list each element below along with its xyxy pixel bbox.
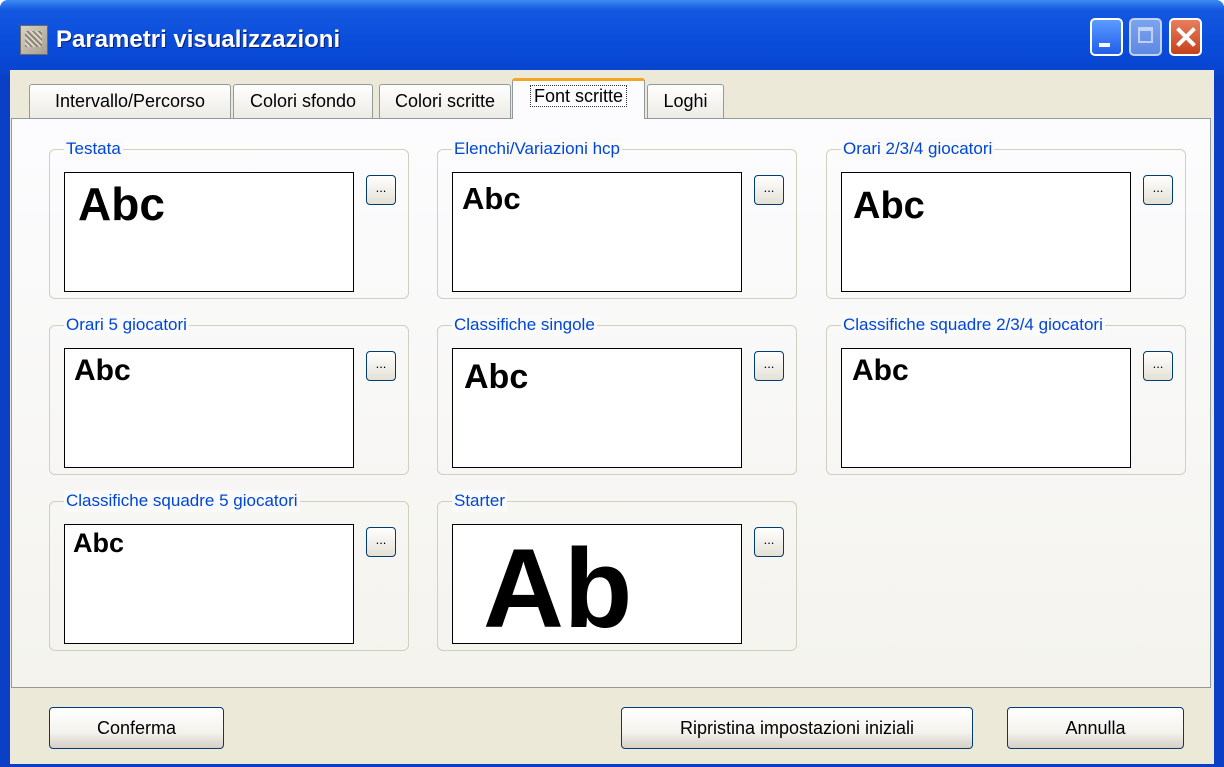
tab-label: Loghi (663, 91, 708, 111)
group-label: Classifiche singole (452, 314, 597, 336)
choose-font-button[interactable]: ... (754, 351, 784, 381)
app-icon (20, 25, 48, 55)
group-starter: Starter Ab ... (437, 490, 797, 651)
preview-text: Abc (78, 178, 165, 230)
font-preview: Abc (64, 172, 354, 292)
tab-label: Intervallo/Percorso (54, 91, 206, 111)
group-label: Starter (452, 490, 508, 512)
choose-font-button[interactable]: ... (1143, 351, 1173, 381)
choose-font-button[interactable]: ... (366, 175, 396, 205)
preview-text: Abc (464, 358, 529, 396)
dialog-client-area: Intervallo/Percorso Colori sfondo Colori… (10, 70, 1214, 764)
group-testata: Testata Abc ... (49, 138, 409, 299)
group-elenchi-variazioni: Elenchi/Variazioni hcp Abc ... (437, 138, 797, 299)
dialog-window: Parametri visualizzazioni Intervallo/Per… (0, 0, 1224, 767)
font-preview: Ab (452, 524, 742, 644)
maximize-button (1129, 18, 1162, 56)
group-label: Orari 5 giocatori (64, 314, 189, 336)
preview-text: Abc (462, 181, 521, 216)
preview-text: Abc (73, 528, 125, 558)
font-settings-panel: Testata Abc ... Elenchi/Variazioni hcp A… (11, 118, 1211, 688)
tab-colori-sfondo[interactable]: Colori sfondo (233, 84, 373, 118)
reset-defaults-button[interactable]: Ripristina impostazioni iniziali (621, 707, 973, 749)
font-preview: Abc (452, 348, 742, 468)
font-preview: Abc (452, 172, 742, 292)
group-classifiche-squadre-5: Classifiche squadre 5 giocatori Abc ... (49, 490, 409, 651)
group-orari-234: Orari 2/3/4 giocatori Abc ... (826, 138, 1186, 299)
group-label: Elenchi/Variazioni hcp (452, 138, 622, 160)
choose-font-button[interactable]: ... (366, 527, 396, 557)
choose-font-button[interactable]: ... (366, 351, 396, 381)
window-title: Parametri visualizzazioni (56, 26, 341, 53)
group-classifiche-singole: Classifiche singole Abc ... (437, 314, 797, 475)
preview-text: Abc (853, 185, 925, 227)
font-preview: Abc (64, 348, 354, 468)
preview-text: Abc (74, 354, 131, 387)
tab-intervallo-percorso[interactable]: Intervallo/Percorso (29, 84, 231, 118)
tab-label: Font scritte (529, 85, 628, 107)
font-preview: Abc (64, 524, 354, 644)
group-label: Classifiche squadre 2/3/4 giocatori (841, 314, 1105, 336)
tab-label: Colori sfondo (249, 91, 357, 111)
font-preview: Abc (841, 348, 1131, 468)
preview-text: Ab (483, 526, 633, 644)
tab-font-scritte[interactable]: Font scritte (512, 78, 645, 119)
choose-font-button[interactable]: ... (754, 527, 784, 557)
font-preview: Abc (841, 172, 1131, 292)
group-classifiche-squadre-234: Classifiche squadre 2/3/4 giocatori Abc … (826, 314, 1186, 475)
confirm-button[interactable]: Conferma (49, 707, 224, 749)
group-label: Orari 2/3/4 giocatori (841, 138, 995, 160)
group-label: Testata (64, 138, 123, 160)
choose-font-button[interactable]: ... (754, 175, 784, 205)
group-label: Classifiche squadre 5 giocatori (64, 490, 300, 512)
tab-loghi[interactable]: Loghi (647, 84, 724, 118)
preview-text: Abc (852, 354, 909, 387)
choose-font-button[interactable]: ... (1143, 175, 1173, 205)
cancel-button[interactable]: Annulla (1007, 707, 1184, 749)
tab-colori-scritte[interactable]: Colori scritte (379, 84, 511, 118)
close-button[interactable] (1169, 18, 1202, 56)
group-orari-5: Orari 5 giocatori Abc ... (49, 314, 409, 475)
minimize-button[interactable] (1090, 18, 1123, 56)
tab-label: Colori scritte (394, 91, 496, 111)
